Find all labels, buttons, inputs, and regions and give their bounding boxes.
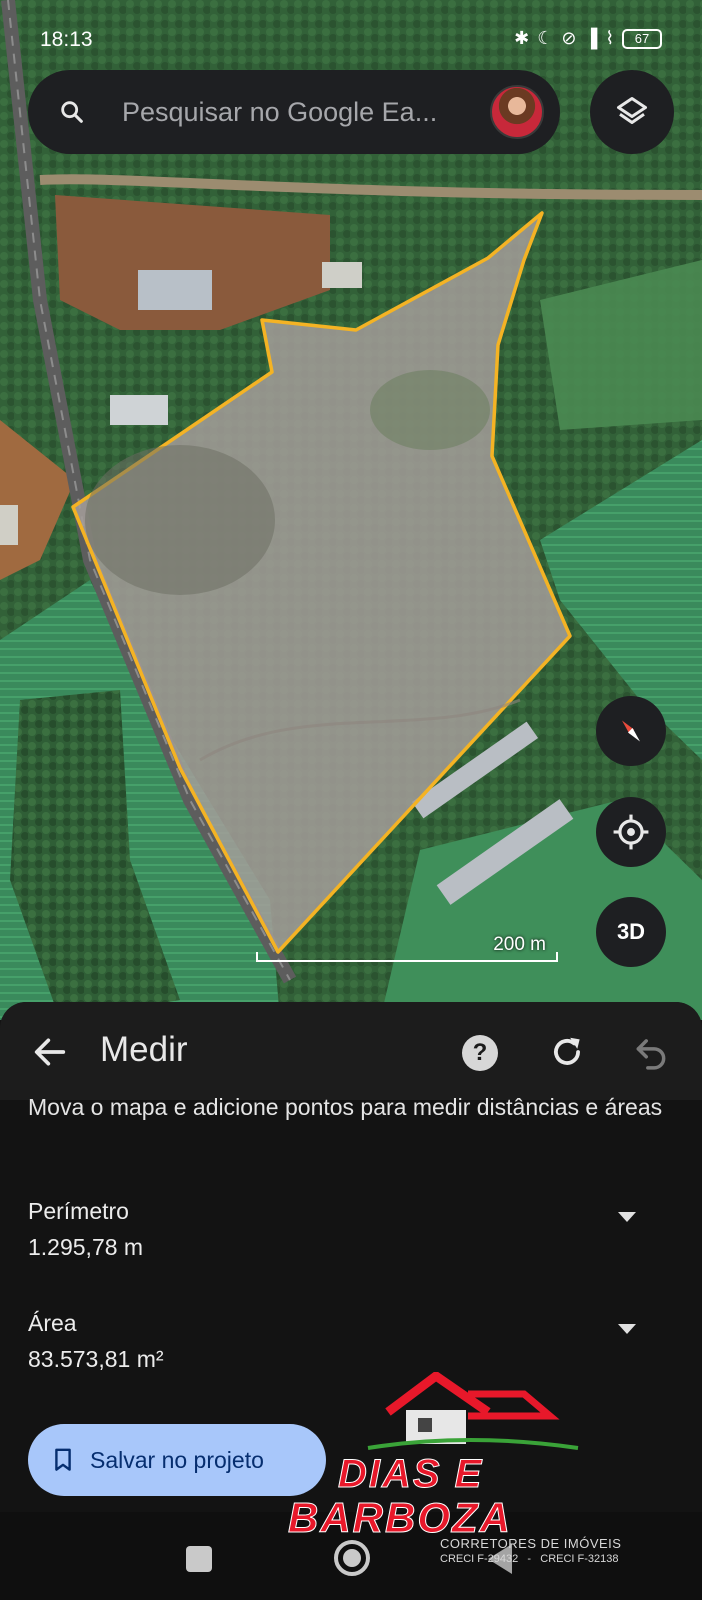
sheet-title: Medir — [100, 1030, 188, 1069]
home-button[interactable] — [334, 1540, 370, 1576]
instructions-text: Mova o mapa e adicione pontos para medir… — [28, 1094, 663, 1120]
battery-icon: 67 — [622, 28, 662, 49]
sheet-header: Medir ? — [0, 1002, 702, 1100]
layers-icon — [617, 97, 647, 124]
save-button-label: Salvar no projeto — [90, 1446, 264, 1473]
area-value: 83.573,81 m² — [28, 1346, 164, 1372]
area-label: Área — [28, 1310, 77, 1336]
my-location-button[interactable] — [596, 797, 666, 867]
perimeter-label: Perímetro — [28, 1198, 129, 1224]
system-nav-bar — [0, 1512, 702, 1600]
save-to-project-button[interactable]: Salvar no projeto — [28, 1424, 326, 1496]
compass-icon — [622, 720, 640, 742]
signal-icon: ▐ — [584, 28, 598, 48]
perimeter-row[interactable]: Perímetro 1.295,78 m — [28, 1198, 674, 1278]
3d-toggle-button[interactable]: 3D — [596, 897, 666, 967]
scale-line — [256, 952, 558, 962]
bookmark-icon — [55, 1448, 71, 1471]
search-bar[interactable] — [28, 70, 560, 154]
refresh-icon[interactable] — [548, 1033, 586, 1071]
mute-icon: ⊘ — [561, 28, 577, 48]
chevron-down-icon[interactable] — [618, 1212, 636, 1222]
bluetooth-icon: ✱ — [514, 28, 530, 48]
chevron-down-icon[interactable] — [618, 1324, 636, 1334]
search-input[interactable] — [122, 92, 482, 132]
wifi-icon: ⌇ — [605, 28, 614, 48]
back-arrow-icon[interactable] — [30, 1032, 70, 1072]
recent-apps-button[interactable] — [186, 1546, 212, 1572]
my-location-icon — [613, 814, 649, 850]
layers-button[interactable] — [590, 70, 674, 154]
undo-icon[interactable] — [632, 1033, 670, 1071]
search-icon[interactable] — [58, 98, 86, 126]
compass-button[interactable] — [596, 696, 666, 766]
status-icons: ✱ ☾ ⊘ ▐ ⌇ 67 — [514, 28, 662, 49]
status-bar: 18:13 ✱ ☾ ⊘ ▐ ⌇ 67 — [0, 20, 702, 64]
measure-sheet[interactable]: Medir ? Mova o mapa e adicione pontos pa… — [0, 1002, 702, 1512]
status-time: 18:13 — [40, 28, 93, 51]
nav-back-button[interactable] — [488, 1544, 512, 1574]
avatar[interactable] — [490, 85, 544, 139]
scale-bar: 200 m — [256, 934, 558, 962]
perimeter-value: 1.295,78 m — [28, 1234, 144, 1260]
help-icon[interactable]: ? — [462, 1035, 498, 1071]
map-view[interactable]: 18:13 ✱ ☾ ⊘ ▐ ⌇ 67 Pesquisar no Google E… — [0, 0, 702, 1020]
do-not-disturb-icon: ☾ — [537, 28, 554, 48]
area-row[interactable]: Área 83.573,81 m² — [28, 1310, 674, 1390]
